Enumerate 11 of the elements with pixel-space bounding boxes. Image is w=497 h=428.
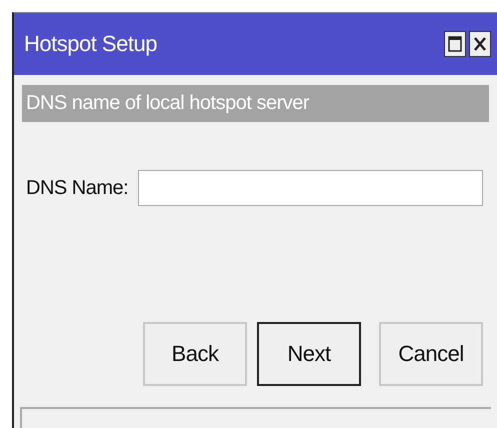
maximize-button[interactable]	[444, 31, 466, 57]
field-label: DNS Name:	[26, 176, 128, 200]
maximize-icon	[448, 36, 462, 52]
close-button[interactable]	[469, 31, 491, 57]
close-icon	[474, 37, 486, 51]
window-title: Hotspot Setup	[24, 31, 158, 57]
cancel-button[interactable]: Cancel	[379, 322, 483, 386]
back-button[interactable]: Back	[143, 322, 247, 386]
section-header: DNS name of local hotspot server	[22, 85, 489, 122]
next-button[interactable]: Next	[257, 322, 361, 386]
dns-name-field[interactable]	[138, 170, 483, 206]
